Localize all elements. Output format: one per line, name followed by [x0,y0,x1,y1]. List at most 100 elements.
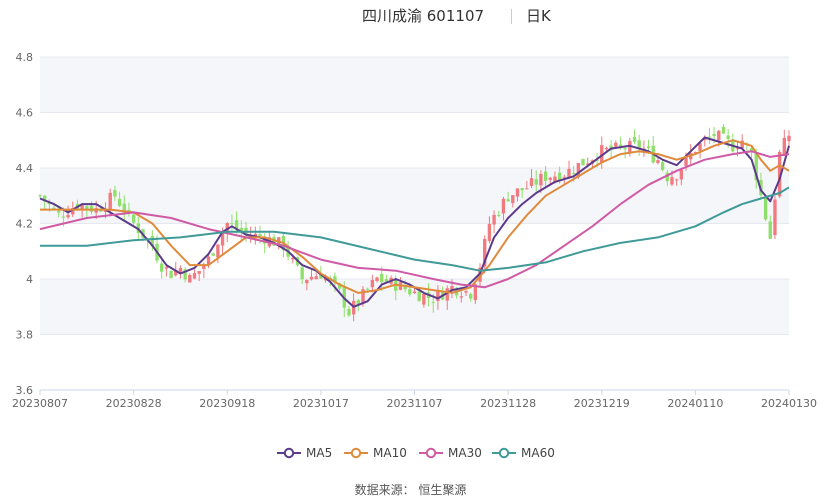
candle-up [309,276,314,280]
candle-down [534,179,538,185]
legend-item-ma10[interactable]: MA10 [343,444,407,462]
candle-up [202,265,206,269]
candle-down [366,288,370,290]
y-tick-label: 4.2 [16,218,34,231]
candlestick-chart: 3.6 3.8 4 4.2 4.4 4.6 4.8 20230807 20230828 20230… [12,51,817,410]
x-tick-label: 20230807 [12,397,68,410]
candle-up [674,179,679,181]
legend-label: MA60 [521,446,555,460]
candle-down [543,171,548,181]
candle-up [515,188,520,197]
candle-down [721,126,726,134]
x-tick-label: 20230918 [199,397,255,410]
candle-up [216,244,220,258]
candle-down [380,273,384,283]
candle-down [581,158,585,166]
candle-down [637,140,641,148]
candle-up [192,273,197,279]
legend-label: MA5 [306,446,333,460]
candle-up [529,178,534,186]
candle-up [464,291,468,293]
candle-down [623,148,627,150]
candle-up [717,130,721,141]
candle-down [211,253,215,256]
candle-up [164,267,169,269]
candle-up [670,177,674,185]
legend-line-marker-icon [277,447,301,459]
candle-down [763,198,768,220]
legend-item-ma60[interactable]: MA60 [491,444,555,462]
data-source-caption: 数据来源： 恒生聚源 [354,483,467,497]
candle-up [548,177,552,180]
candle-down [707,136,712,138]
candle-down [127,209,131,211]
y-tick-label: 3.6 [16,384,34,397]
candle-up [436,290,440,301]
candle-down [117,198,122,206]
candle-down [712,134,716,137]
candle-up [604,147,609,150]
legend-line-marker-icon [344,447,368,459]
candle-down [160,263,164,272]
candle-up [422,293,426,305]
y-tick-label: 4.4 [16,162,34,175]
legend-line-marker-icon [419,447,443,459]
candle-up [305,279,309,284]
candle-down [113,190,117,197]
candle-up [525,188,529,190]
candle-down [618,144,623,147]
candle-up [782,137,787,156]
candle-up [108,192,112,211]
x-tick-label: 20230828 [106,397,162,410]
y-tick-label: 4.6 [16,107,34,120]
legend-item-ma5[interactable]: MA5 [276,444,332,462]
plot-band [40,57,789,113]
candle-down [520,188,524,191]
candle-down [52,207,56,209]
candle-down [99,210,103,212]
candle-up [487,223,492,241]
candle-up [773,199,777,236]
candle-down [768,221,772,239]
candle-down [431,302,435,304]
candle-up [197,270,201,274]
candle-down [417,291,421,302]
candle-up [501,198,506,214]
candle-down [61,216,66,218]
legend-item-ma30[interactable]: MA30 [418,444,482,462]
candle-down [506,199,510,202]
candle-down [726,135,730,140]
candle-up [66,214,70,218]
candle-down [646,146,651,149]
candle-down [632,136,637,142]
candle-up [787,135,791,142]
candle-up [188,274,192,283]
candle-up [370,280,375,288]
candle-down [347,308,351,316]
candle-down [408,289,412,295]
y-tick-label: 3.8 [16,329,34,342]
candle-down [571,172,576,174]
candle-down [230,223,234,225]
x-tick-label: 20240130 [761,397,817,410]
candle-up [511,195,515,204]
candle-down [468,294,473,299]
candle-up [539,174,543,186]
candle-down [300,267,304,280]
y-tick-label: 4 [26,273,33,286]
legend: MA5 MA10 MA30 MA60 [0,444,821,462]
candle-up [679,169,684,180]
x-tick-label: 20231219 [574,397,630,410]
y-tick-label: 4.8 [16,51,34,64]
candle-up [412,291,417,294]
candle-up [656,160,660,164]
x-tick-label: 20231128 [480,397,536,410]
candle-down [169,270,173,279]
x-tick-label: 20231017 [293,397,349,410]
legend-label: MA30 [448,446,482,460]
legend-label: MA10 [373,446,407,460]
candle-up [492,214,496,225]
candle-down [85,206,89,209]
candle-down [38,195,42,197]
candle-up [459,296,463,298]
